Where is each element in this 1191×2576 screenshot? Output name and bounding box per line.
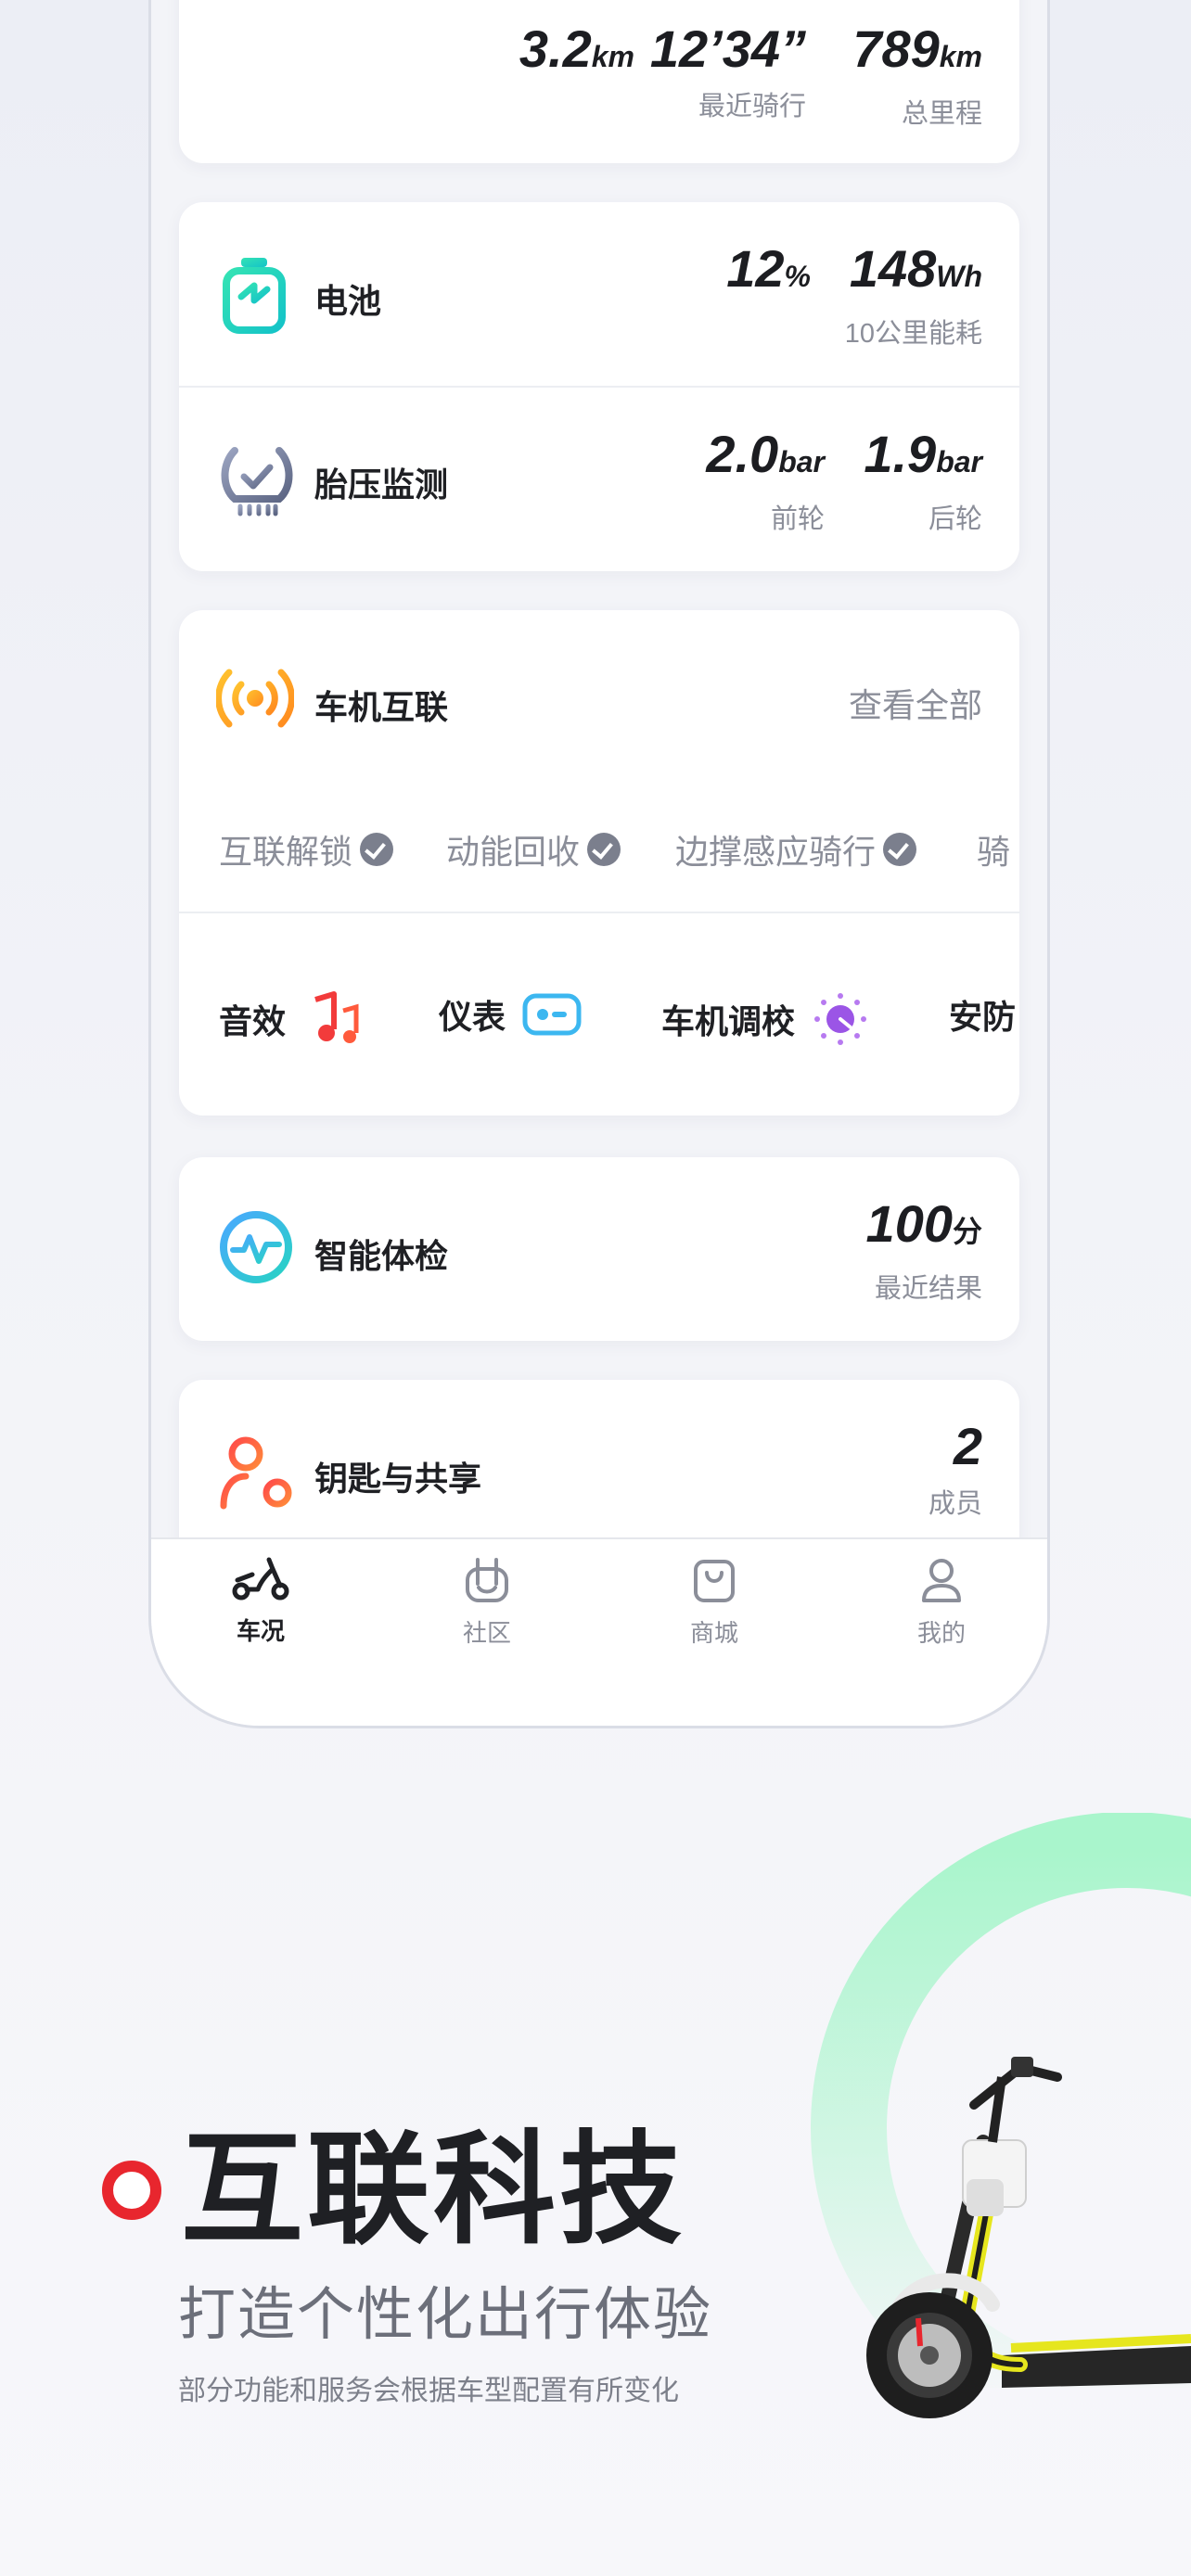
connectivity-title: 车机互联 xyxy=(314,688,449,726)
keys-share-card[interactable]: 钥匙与共享 2 成员 xyxy=(179,1380,1019,1537)
tuning-icon xyxy=(814,993,867,1045)
function-sound-label: 音效 xyxy=(219,1002,287,1040)
health-score-label: 最近结果 xyxy=(874,1274,982,1304)
distance-unit: km xyxy=(591,40,634,73)
signal-icon xyxy=(216,669,294,728)
check-icon xyxy=(883,833,917,866)
members-count: 2 成员 xyxy=(928,1419,982,1521)
function-security[interactable]: 安防 xyxy=(949,990,1016,1039)
battery-tire-card: 电池 12% 148Wh 10公里能耗 胎压监测 2.0bar 前轮 1.9ba… xyxy=(179,202,1019,571)
function-security-label: 安防 xyxy=(949,998,1017,1036)
tab-vehicle-label: 车况 xyxy=(236,1617,285,1645)
feature-unlock-label: 互联解锁 xyxy=(219,833,353,871)
feature-kickstand[interactable]: 边撑感应骑行 xyxy=(675,825,917,874)
function-tuning[interactable]: 车机调校 xyxy=(661,990,869,1048)
community-icon xyxy=(466,1558,508,1602)
red-dot-icon xyxy=(102,2161,161,2220)
tire-pressure-icon xyxy=(221,447,293,516)
keys-share-title: 钥匙与共享 xyxy=(314,1460,482,1498)
battery-icon xyxy=(223,258,286,334)
home-scroll-area[interactable]: 3.2km 12’34” 最近骑行 789km 总里程 电池 12% 148Wh… xyxy=(151,0,1047,1537)
battery-percent-value: 12 xyxy=(726,239,785,298)
dashboard-icon xyxy=(522,993,582,1036)
rear-tire-value: 1.9 xyxy=(864,425,937,483)
ride-stats-card[interactable]: 3.2km 12’34” 最近骑行 789km 总里程 xyxy=(179,0,1019,163)
divider xyxy=(179,912,1019,913)
function-dashboard[interactable]: 仪表 xyxy=(439,990,582,1039)
function-sound[interactable]: 音效 xyxy=(219,990,360,1048)
tab-shop-label: 商城 xyxy=(689,1619,738,1647)
check-icon xyxy=(587,833,621,866)
battery-energy-label: 10公里能耗 xyxy=(844,319,982,349)
function-tuning-label: 车机调校 xyxy=(661,1002,796,1040)
battery-row[interactable]: 电池 12% 148Wh 10公里能耗 xyxy=(179,202,1019,386)
health-check-title: 智能体检 xyxy=(314,1237,449,1275)
odometer: 789km 总里程 xyxy=(852,21,982,131)
front-tire-unit: bar xyxy=(778,445,825,478)
recent-ride-time: 12’34” 最近骑行 xyxy=(650,21,806,123)
battery-energy-unit: Wh xyxy=(936,260,982,293)
tire-pressure-title: 胎压监测 xyxy=(314,465,449,504)
health-score-value: 100 xyxy=(865,1194,953,1253)
front-tire: 2.0bar 前轮 xyxy=(706,427,825,536)
members-label: 成员 xyxy=(928,1489,982,1519)
feature-kickstand-label: 边撑感应骑行 xyxy=(675,833,877,871)
tab-profile-label: 我的 xyxy=(916,1619,966,1647)
music-icon xyxy=(314,991,359,1043)
tire-pressure-row[interactable]: 胎压监测 2.0bar 前轮 1.9bar 后轮 xyxy=(179,388,1019,571)
ride-time-value: 12’34” xyxy=(649,19,806,78)
feature-regen-label: 动能回收 xyxy=(446,833,581,871)
profile-icon xyxy=(922,1559,961,1602)
rear-tire-label: 后轮 xyxy=(928,504,982,534)
promo-note: 部分功能和服务会根据车型配置有所变化 xyxy=(178,2376,679,2406)
members-value: 2 xyxy=(953,1417,982,1475)
battery-percent: 12% xyxy=(726,241,811,304)
scooter-illustration xyxy=(866,2057,1191,2418)
tab-vehicle[interactable]: 车况 xyxy=(205,1556,316,1647)
feature-regen[interactable]: 动能回收 xyxy=(446,825,621,874)
front-tire-label: 前轮 xyxy=(770,504,825,534)
function-dashboard-label: 仪表 xyxy=(439,998,506,1036)
promo-subtitle: 打造个性化出行体验 xyxy=(178,2283,713,2347)
bottom-tab-bar: 车况 社区 商城 我的 xyxy=(151,1537,1047,1726)
phone-frame: 3.2km 12’34” 最近骑行 789km 总里程 电池 12% 148Wh… xyxy=(148,0,1050,1728)
health-score: 100分 最近结果 xyxy=(866,1196,982,1306)
odometer-label: 总里程 xyxy=(901,99,982,129)
key-share-icon xyxy=(220,1436,292,1510)
odometer-unit: km xyxy=(939,40,982,73)
health-check-icon xyxy=(220,1211,292,1283)
view-all-link[interactable]: 查看全部 xyxy=(849,679,982,727)
battery-title: 电池 xyxy=(314,282,382,320)
recent-ride-label: 最近骑行 xyxy=(698,92,806,121)
health-check-card[interactable]: 智能体检 100分 最近结果 xyxy=(179,1157,1019,1341)
tab-shop[interactable]: 商城 xyxy=(659,1556,770,1649)
promo-title: 互联科技 xyxy=(181,2122,685,2258)
connectivity-card: 车机互联 查看全部 互联解锁 动能回收 边撑感应骑行 骑 音效 仪表 车机调校 … xyxy=(179,610,1019,1116)
battery-energy-value: 148 xyxy=(849,239,937,298)
distance-value: 3.2 xyxy=(519,19,592,78)
health-score-unit: 分 xyxy=(952,1215,982,1248)
feature-ride[interactable]: 骑 xyxy=(977,825,1010,874)
shop-icon xyxy=(694,1560,735,1602)
recent-distance: 3.2km xyxy=(519,21,634,84)
feature-unlock[interactable]: 互联解锁 xyxy=(219,825,394,874)
front-tire-value: 2.0 xyxy=(706,425,779,483)
battery-energy: 148Wh 10公里能耗 xyxy=(845,241,982,351)
tab-profile[interactable]: 我的 xyxy=(886,1556,997,1649)
check-icon xyxy=(360,833,394,866)
rear-tire-unit: bar xyxy=(936,445,982,478)
battery-percent-unit: % xyxy=(784,260,811,293)
odometer-value: 789 xyxy=(852,19,940,78)
tab-community-label: 社区 xyxy=(462,1619,511,1647)
feature-ride-label: 骑 xyxy=(977,833,1011,871)
tab-community[interactable]: 社区 xyxy=(431,1556,543,1649)
scooter-icon xyxy=(232,1557,289,1600)
rear-tire: 1.9bar 后轮 xyxy=(864,427,982,536)
